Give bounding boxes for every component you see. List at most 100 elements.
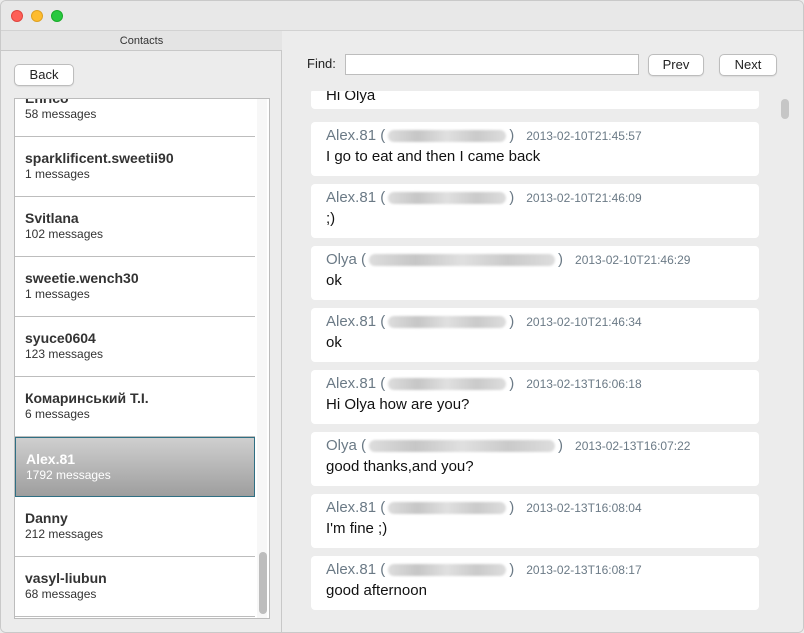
message-header: Alex.81 () 2013-02-10T21:46:09 [326, 188, 744, 208]
message-list[interactable]: Hi Olya Alex.81 () 2013-02-10T21:45:57 I go… [283, 91, 803, 632]
redacted-id-blur [388, 563, 507, 576]
message-sender: Alex.81 [326, 313, 377, 330]
message-text: Hi Olya [326, 91, 376, 104]
message-timestamp: 2013-02-10T21:46:29 [575, 253, 691, 267]
message-sender: Olya [326, 251, 357, 268]
message-timestamp: 2013-02-10T21:46:34 [526, 315, 642, 329]
message-text: I go to eat and then I came back [326, 148, 541, 165]
message-timestamp: 2013-02-10T21:45:57 [526, 129, 642, 143]
message-text: ;) [326, 210, 336, 227]
prev-button[interactable]: Prev [648, 54, 704, 76]
contact-name: Danny [25, 510, 68, 526]
contact-message-count: 123 messages [25, 347, 104, 361]
find-input[interactable] [345, 54, 639, 75]
message-sender: Alex.81 [326, 375, 377, 392]
message-item: Alex.81 () 2013-02-13T16:08:04 I'm fine ;) [311, 494, 759, 548]
title-bar [1, 1, 803, 31]
contact-item[interactable]: Danny 212 messages [15, 497, 255, 557]
message-item: Alex.81 () 2013-02-10T21:45:57 I go to eat… [311, 122, 759, 176]
message-text: ok [326, 272, 342, 289]
redacted-close-paren: ) [509, 189, 515, 206]
contact-item[interactable]: Svitlana 102 messages [15, 197, 255, 257]
contact-name: sparklificent.sweetii90 [25, 150, 174, 166]
contact-message-count: 102 messages [25, 227, 104, 241]
contact-name: Svitlana [25, 210, 79, 226]
message-item: Olya () 2013-02-10T21:46:29 ok [311, 246, 759, 300]
message-header: Alex.81 () 2013-02-13T16:08:04 [326, 498, 744, 518]
contact-message-count: 1 messages [25, 287, 90, 301]
message-timestamp: 2013-02-13T16:08:17 [526, 563, 642, 577]
redacted-close-paren: ) [509, 499, 515, 516]
contact-list-scroll-thumb[interactable] [259, 552, 267, 614]
redacted-id-blur [388, 377, 507, 390]
contact-item[interactable]: sparklificent.sweetii90 1 messages [15, 137, 255, 197]
next-button[interactable]: Next [719, 54, 777, 76]
contact-item[interactable]: Enrico 58 messages [15, 99, 255, 137]
message-sender: Olya [326, 437, 357, 454]
contact-item[interactable]: vasyl-liubun 68 messages [15, 557, 255, 617]
message-text: good thanks,and you? [326, 458, 474, 475]
contact-message-count: 58 messages [25, 107, 97, 121]
redacted-id-blur [369, 439, 556, 452]
message-timestamp: 2013-02-13T16:07:22 [575, 439, 691, 453]
contact-list[interactable]: Enrico 58 messages sparklificent.sweetii90… [14, 98, 270, 619]
message-item: Alex.81 () 2013-02-10T21:46:34 ok [311, 308, 759, 362]
contact-name: Комаринський Т.І. [25, 390, 149, 406]
contacts-pane: Contacts Back Enrico 58 messages sparklifi… [1, 31, 282, 632]
redacted-open-paren: ( [376, 313, 386, 330]
message-text: ok [326, 334, 342, 351]
message-item: Alex.81 () 2013-02-10T21:46:09;) [311, 184, 759, 238]
redacted-close-paren: ) [558, 437, 564, 454]
message-item: Alex.81 () 2013-02-13T16:06:18 Hi Olya how… [311, 370, 759, 424]
close-window-button[interactable] [11, 10, 23, 22]
redacted-close-paren: ) [509, 127, 515, 144]
redacted-id-blur [388, 315, 507, 328]
message-header: Alex.81 () 2013-02-10T21:45:57 [326, 126, 744, 146]
contact-list-scrollbar[interactable] [257, 99, 267, 618]
contact-name: sweetie.wench30 [25, 270, 139, 286]
redacted-open-paren: ( [356, 251, 367, 268]
conversation-pane: Find: Prev Next Hi Olya Alex.81 () 2013-02… [283, 31, 803, 632]
message-timestamp: 2013-02-13T16:08:04 [526, 501, 642, 515]
message-item: Olya () 2013-02-13T16:07:22 good thanks,an… [311, 432, 759, 486]
message-header: Alex.81 () 2013-02-10T21:46:34 [326, 312, 744, 332]
message-sender: Alex.81 [326, 189, 377, 206]
redacted-close-paren: ) [509, 561, 515, 578]
message-sender: Alex.81 [326, 561, 377, 578]
redacted-id-blur [388, 501, 507, 514]
contact-item[interactable]: Комаринський Т.І. 6 messages [15, 377, 255, 437]
redacted-open-paren: ( [356, 437, 367, 454]
redacted-id-blur [388, 191, 507, 204]
message-header: Olya () 2013-02-13T16:07:22 [326, 436, 744, 456]
message-header: Olya () 2013-02-10T21:46:29 [326, 250, 744, 270]
redacted-open-paren: ( [376, 561, 386, 578]
app-window: Contacts Back Enrico 58 messages sparklifi… [0, 0, 804, 633]
contact-message-count: 1792 messages [26, 468, 111, 482]
message-text: good afternoon [326, 582, 427, 599]
back-button[interactable]: Back [14, 64, 74, 86]
find-label: Find: [307, 56, 336, 71]
contact-item[interactable]: Alex.81 1792 messages [15, 437, 255, 497]
message-item: Hi Olya [311, 91, 759, 109]
message-timestamp: 2013-02-13T16:06:18 [526, 377, 642, 391]
contact-name: Alex.81 [26, 451, 76, 467]
contact-item[interactable]: syuce0604 123 messages [15, 317, 255, 377]
message-items: Hi Olya Alex.81 () 2013-02-10T21:45:57 I go… [311, 91, 759, 618]
redacted-open-paren: ( [376, 189, 386, 206]
message-list-scrollbar[interactable] [781, 95, 789, 631]
message-item: Alex.81 () 2013-02-13T16:08:17 good aftern… [311, 556, 759, 610]
maximize-window-button[interactable] [51, 10, 63, 22]
message-text: Hi Olya how are you? [326, 396, 470, 413]
message-list-scroll-thumb[interactable] [781, 99, 789, 119]
redacted-open-paren: ( [376, 375, 386, 392]
contact-item[interactable]: sweetie.wench30 1 messages [15, 257, 255, 317]
contact-items: Enrico 58 messages sparklificent.sweetii90… [15, 99, 255, 617]
contact-message-count: 212 messages [25, 527, 104, 541]
redacted-open-paren: ( [376, 127, 386, 144]
minimize-window-button[interactable] [31, 10, 43, 22]
message-header: Alex.81 () 2013-02-13T16:08:17 [326, 560, 744, 580]
contact-message-count: 1 messages [25, 167, 90, 181]
contact-message-count: 6 messages [25, 407, 90, 421]
message-text: I'm fine ;) [326, 520, 388, 537]
contact-message-count: 68 messages [25, 587, 97, 601]
